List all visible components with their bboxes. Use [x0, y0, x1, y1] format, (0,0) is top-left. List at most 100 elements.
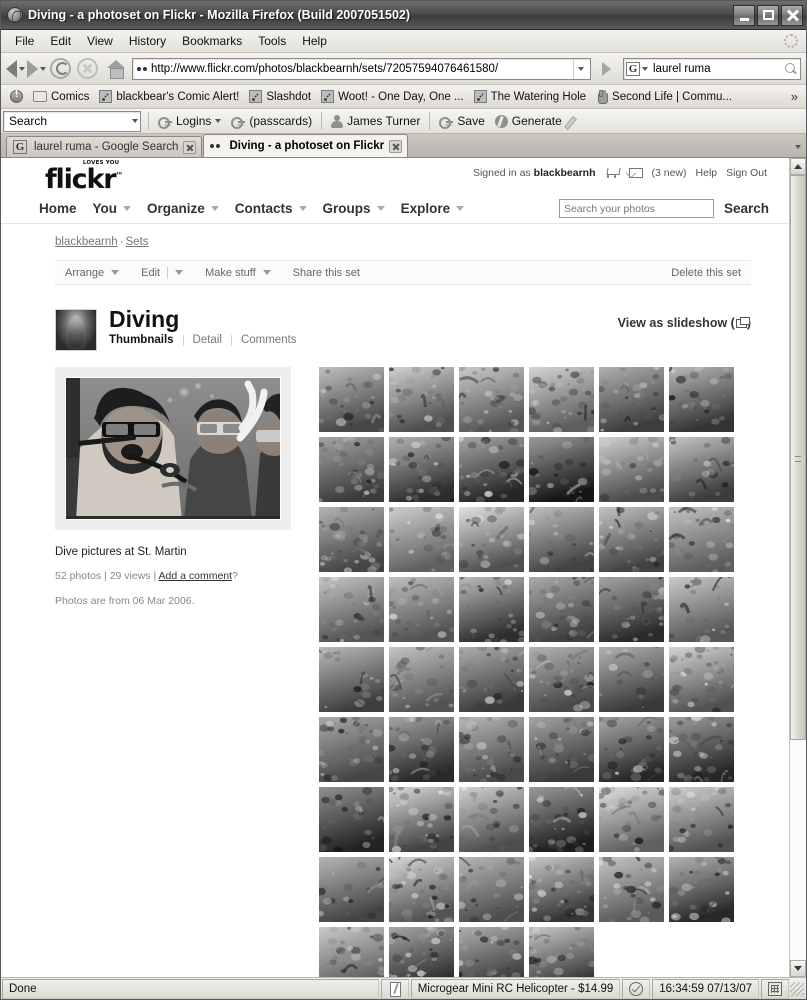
thumbnail-tile[interactable] [389, 717, 454, 782]
thumbnail-tile[interactable] [459, 507, 524, 572]
thumbnail-tile[interactable] [389, 507, 454, 572]
roboform-search-input[interactable]: Search [3, 110, 141, 132]
bookmark-item-second-life[interactable]: Second Life | Commu... [591, 89, 737, 104]
roboform-generate-button[interactable]: Generate [490, 113, 567, 129]
search-engine-dropdown-icon[interactable] [642, 66, 648, 71]
thumbnail-tile[interactable] [669, 717, 734, 782]
edit-button[interactable]: Edit [141, 266, 184, 279]
stop-icon[interactable] [77, 58, 98, 79]
resize-grip[interactable] [790, 981, 804, 996]
bookmark-item-woot[interactable]: Woot! - One Day, One ... [316, 89, 468, 104]
menu-item-bookmarks[interactable]: Bookmarks [174, 32, 250, 50]
thumbnail-tile[interactable] [599, 437, 664, 502]
mail-icon[interactable] [628, 168, 643, 178]
nav-item-contacts[interactable]: Contacts [227, 201, 315, 216]
thumbnail-tile[interactable] [319, 577, 384, 642]
thumbnail-tile[interactable] [529, 367, 594, 432]
tab-close-icon[interactable] [183, 140, 197, 154]
bookmark-item-0[interactable] [5, 89, 28, 104]
tab-flickr-diving[interactable]: Diving - a photoset on Flickr [203, 134, 409, 157]
thumbnail-tile[interactable] [529, 507, 594, 572]
menu-item-tools[interactable]: Tools [250, 32, 294, 50]
thumbnail-tile[interactable] [459, 857, 524, 922]
thumbnail-tile[interactable] [669, 507, 734, 572]
scrollbar-track[interactable] [790, 175, 806, 960]
address-dropdown-icon[interactable] [573, 58, 588, 79]
thumbnail-tile[interactable] [319, 857, 384, 922]
menu-item-history[interactable]: History [121, 32, 174, 50]
thumbnail-tile[interactable] [529, 857, 594, 922]
thumbnail-tile[interactable] [389, 577, 454, 642]
nav-item-groups[interactable]: Groups [315, 201, 393, 216]
bookmark-item-comic-alert[interactable]: blackbear's Comic Alert! [94, 89, 244, 104]
back-button[interactable] [6, 59, 25, 78]
home-icon[interactable] [106, 59, 126, 79]
menu-item-view[interactable]: View [79, 32, 121, 50]
thumbnail-tile[interactable] [319, 927, 384, 977]
thumbnail-tile[interactable] [669, 647, 734, 712]
thumbnail-tile[interactable] [529, 577, 594, 642]
forward-button[interactable] [27, 59, 46, 78]
tab-close-icon[interactable] [389, 139, 403, 153]
minimize-button[interactable] [733, 4, 755, 26]
scroll-up-button[interactable] [790, 158, 806, 175]
thumbnail-tile[interactable] [529, 647, 594, 712]
thumbnail-tile[interactable] [599, 857, 664, 922]
address-bar[interactable]: http://www.flickr.com/photos/blackbearnh… [132, 57, 591, 80]
tab-list-dropdown-icon[interactable] [790, 136, 806, 157]
thumbnail-tile[interactable] [669, 577, 734, 642]
thumbnail-tile[interactable] [389, 857, 454, 922]
thumbnail-tile[interactable] [319, 787, 384, 852]
thumbnail-tile[interactable] [459, 647, 524, 712]
roboform-passcards-button[interactable]: (passcards) [226, 113, 317, 129]
thumbnail-tile[interactable] [319, 647, 384, 712]
tab-detail[interactable]: Detail [193, 334, 231, 346]
go-button[interactable] [596, 58, 617, 79]
thumbnail-tile[interactable] [389, 787, 454, 852]
ticker-panel[interactable]: Microgear Mini RC Helicopter - $14.99 [410, 978, 621, 999]
thumbnail-tile[interactable] [669, 437, 734, 502]
thumbnail-tile[interactable] [669, 367, 734, 432]
thumbnail-tile[interactable] [459, 927, 524, 977]
pencil-icon[interactable] [567, 115, 580, 128]
roboform-identity-button[interactable]: James Turner [326, 113, 425, 129]
calculator-icon[interactable] [768, 981, 782, 996]
note-icon[interactable] [388, 981, 402, 997]
forward-dropdown-icon[interactable] [40, 66, 46, 71]
scroll-down-button[interactable] [790, 960, 806, 977]
thumbnail-tile[interactable] [599, 717, 664, 782]
thumbnail-tile[interactable] [599, 577, 664, 642]
thumbnail-tile[interactable] [389, 927, 454, 977]
thumbnail-tile[interactable] [669, 787, 734, 852]
view-as-slideshow-link[interactable]: View as slideshow () [618, 316, 751, 330]
primary-photo[interactable] [65, 377, 281, 520]
make-stuff-button[interactable]: Make stuff [205, 267, 271, 279]
close-button[interactable] [781, 4, 803, 26]
mail-count[interactable]: (3 new) [652, 167, 687, 179]
tab-thumbnails[interactable]: Thumbnails [109, 334, 183, 346]
arrange-button[interactable]: Arrange [65, 267, 120, 279]
thumbnail-tile[interactable] [459, 717, 524, 782]
breadcrumb-user[interactable]: blackbearnh [55, 236, 118, 248]
thumbnail-tile[interactable] [599, 787, 664, 852]
bookmarks-overflow-icon[interactable]: » [791, 89, 802, 104]
page-scrollbar[interactable] [789, 158, 806, 977]
search-button[interactable]: Search [724, 201, 775, 216]
notes-panel[interactable] [380, 978, 409, 999]
roboform-save-button[interactable]: Save [434, 113, 489, 129]
help-link[interactable]: Help [696, 167, 718, 179]
menu-item-file[interactable]: File [7, 32, 42, 50]
bookmark-item-slashdot[interactable]: Slashdot [244, 89, 316, 104]
menu-item-help[interactable]: Help [294, 32, 335, 50]
tab-comments[interactable]: Comments [241, 334, 306, 346]
nav-item-home[interactable]: Home [31, 201, 85, 216]
nav-item-you[interactable]: You [85, 201, 140, 216]
thumbnail-tile[interactable] [389, 437, 454, 502]
thumbnail-tile[interactable] [389, 647, 454, 712]
thumbnail-tile[interactable] [529, 437, 594, 502]
add-a-comment-link[interactable]: Add a comment [159, 570, 233, 582]
reload-icon[interactable] [50, 58, 71, 79]
share-this-set-button[interactable]: Share this set [293, 267, 360, 279]
thumbnail-tile[interactable] [319, 437, 384, 502]
shield-icon[interactable] [629, 981, 644, 996]
